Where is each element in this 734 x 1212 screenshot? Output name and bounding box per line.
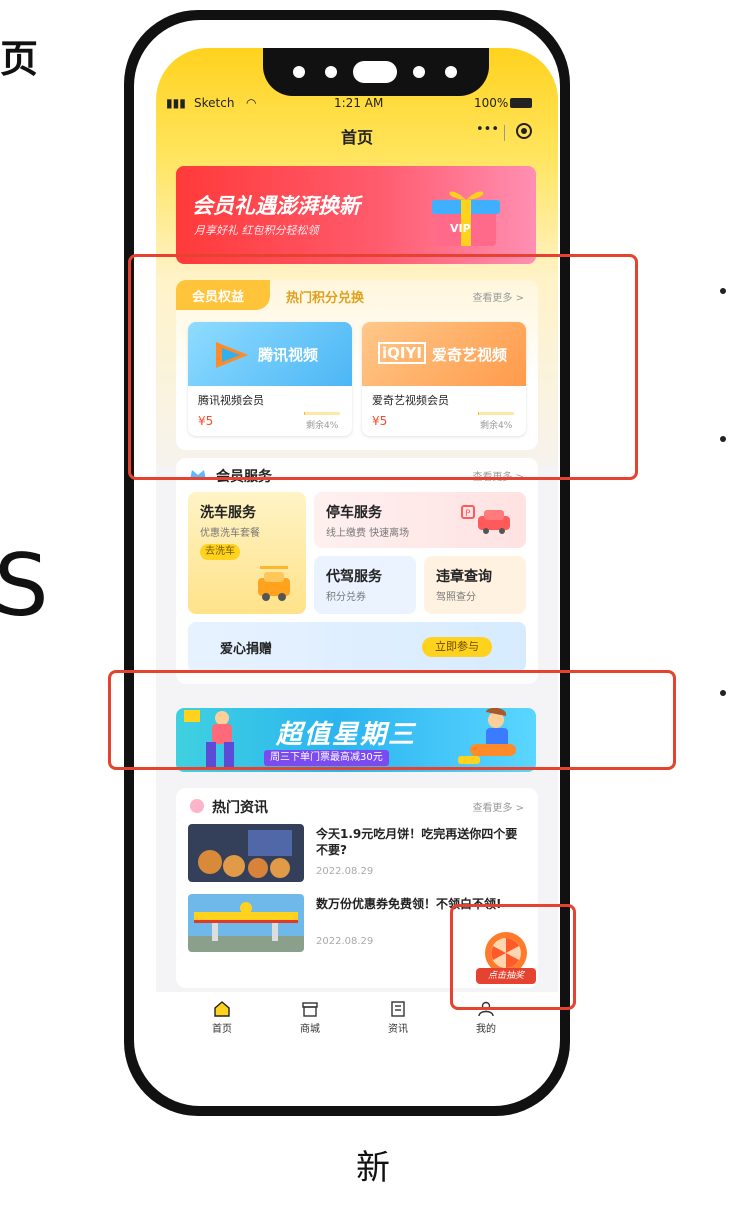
battery-icon — [510, 98, 532, 108]
tab-home[interactable]: 首页 — [192, 1000, 252, 1035]
capsule-divider — [504, 125, 505, 141]
signal-icon: ▮▮▮ — [166, 96, 186, 110]
go-wash-button[interactable]: 去洗车 — [200, 544, 240, 560]
news-item-date: 2022.08.29 — [316, 866, 374, 877]
news-item-title: 今天1.9元吃月饼！吃完再送你四个要不要? — [316, 827, 518, 857]
svg-text:VIP: VIP — [450, 222, 471, 235]
parking-service[interactable]: 停车服务 线上缴费 快速离场 P — [314, 492, 526, 548]
store-icon — [302, 1002, 318, 1017]
member-services-card: 会员服务 查看更多 > 洗车服务 优惠洗车套餐 去洗车 停车服务 线上缴费 快速… — [176, 458, 538, 684]
news-item-date: 2022.08.29 — [316, 936, 374, 947]
svg-text:P: P — [465, 509, 471, 519]
member-promo-banner[interactable]: 会员礼遇澎湃换新 月享好礼 红包积分轻松领 VIP — [176, 166, 536, 264]
charity-donation-banner[interactable]: 爱心捐赠 立即参与 — [188, 622, 526, 672]
status-bar: ▮▮▮ Sketch ◠ 1:21 AM 100% — [156, 94, 558, 114]
car-wash-icon — [258, 566, 290, 601]
designated-driver-service[interactable]: 代驾服务 积分兑券 — [314, 556, 416, 614]
more-icon[interactable]: ••• — [476, 122, 499, 137]
highlight-box-benefits — [128, 254, 638, 480]
news-item[interactable]: 今天1.9元吃月饼！吃完再送你四个要不要? 2022.08.29 — [188, 824, 528, 886]
tab-news[interactable]: 资讯 — [368, 1000, 428, 1035]
bullet-dot — [720, 690, 726, 696]
side-heading-char: 页 — [0, 37, 39, 81]
news-bubble-icon — [190, 799, 204, 813]
highlight-box-lottery — [450, 904, 576, 1010]
join-now-button[interactable]: 立即参与 — [422, 637, 492, 657]
gift-box-icon: VIP — [432, 191, 500, 246]
parking-car-icon: P — [461, 505, 510, 534]
gas-station-thumbnail — [188, 894, 304, 952]
mini-program-capsule[interactable]: ••• — [472, 122, 542, 144]
mooncake-thumbnail — [188, 824, 304, 882]
banner-title: 会员礼遇澎湃换新 — [192, 194, 360, 218]
violation-query-service[interactable]: 违章查询 驾照查分 — [424, 556, 526, 614]
home-icon — [214, 1001, 230, 1017]
bullet-dot — [720, 436, 726, 442]
phone-notch — [263, 48, 489, 96]
car-wash-service[interactable]: 洗车服务 优惠洗车套餐 去洗车 — [188, 492, 306, 614]
clock: 1:21 AM — [334, 96, 384, 110]
tab-store[interactable]: 商城 — [280, 1000, 340, 1035]
news-more-link[interactable]: 查看更多 > — [472, 799, 524, 814]
bullet-dot — [720, 288, 726, 294]
banner-subtitle: 月享好礼 红包积分轻松领 — [194, 224, 319, 237]
highlight-box-wednesday-banner — [108, 670, 676, 770]
wifi-icon: ◠ — [246, 96, 257, 110]
close-target-icon[interactable] — [516, 123, 532, 139]
news-title: 热门资讯 — [212, 800, 268, 816]
battery-percent: 100% — [474, 96, 509, 110]
phone-caption: 新 — [356, 1148, 390, 1188]
news-icon — [391, 1001, 405, 1017]
carrier-label: Sketch — [194, 96, 235, 110]
side-large-letter: S — [0, 536, 49, 636]
